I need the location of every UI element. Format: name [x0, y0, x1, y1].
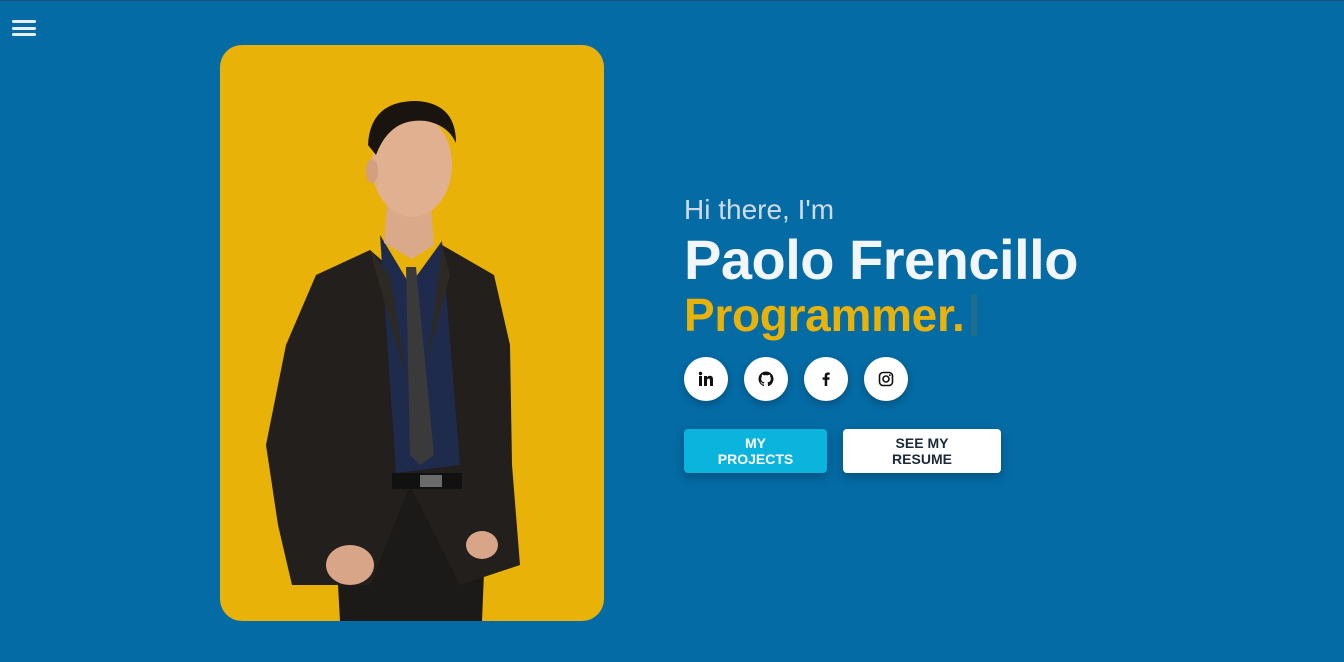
see-resume-button[interactable]: SEE MY RESUME — [843, 429, 1001, 473]
facebook-icon — [822, 372, 830, 386]
github-icon — [758, 371, 774, 387]
hero-intro: Hi there, I'm Paolo Frencillo Programmer… — [684, 191, 1078, 341]
social-links — [684, 357, 908, 401]
instagram-button[interactable] — [864, 357, 908, 401]
hamburger-menu-icon[interactable] — [12, 20, 36, 36]
linkedin-button[interactable] — [684, 357, 728, 401]
greeting-text: Hi there, I'm — [684, 194, 835, 225]
hero-name: Paolo Frencillo — [684, 228, 1078, 291]
instagram-icon — [878, 371, 894, 387]
profile-photo — [220, 45, 604, 621]
facebook-button[interactable] — [804, 357, 848, 401]
linkedin-icon — [698, 371, 713, 386]
typing-cursor — [970, 294, 977, 336]
role-text: Programmer. — [684, 289, 965, 341]
person-illustration — [266, 101, 520, 621]
github-button[interactable] — [744, 357, 788, 401]
role-line: Programmer. — [684, 289, 1078, 341]
my-projects-button[interactable]: MY PROJECTS — [684, 429, 827, 473]
hero-actions: MY PROJECTS SEE MY RESUME — [684, 429, 1001, 473]
